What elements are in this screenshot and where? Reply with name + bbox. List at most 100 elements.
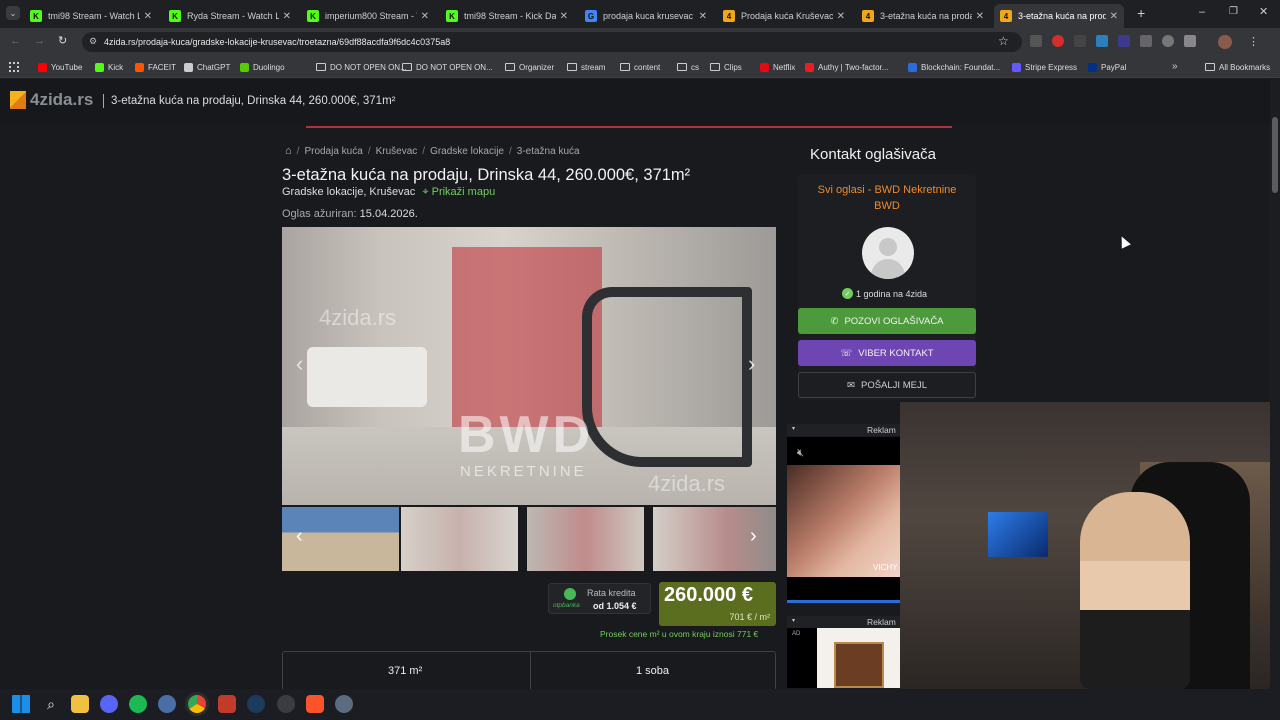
all-bookmarks[interactable]: All Bookmarks (1205, 56, 1270, 78)
home-icon[interactable]: ⌂ (285, 145, 292, 157)
extension-icon[interactable] (1140, 35, 1152, 47)
close-window-button[interactable]: ✕ (1259, 5, 1268, 18)
extension-icon[interactable] (1030, 35, 1042, 47)
loan-box[interactable]: otpbanka Rata kredita od 1.054 € (548, 583, 651, 614)
bookmark-item[interactable]: Kick (95, 56, 123, 78)
browser-tab[interactable]: Ktmi98 Stream - Watch Liv ✕ (24, 4, 158, 28)
bookmark-item[interactable]: Duolingo (240, 56, 285, 78)
call-button[interactable]: ✆ POZOVI OGLAŠIVAČA (798, 308, 976, 334)
maximize-button[interactable]: ❐ (1229, 6, 1238, 17)
browser-tab[interactable]: 4 3-etažna kuća na prodaju ✕ (856, 4, 990, 28)
steam-icon[interactable] (247, 695, 265, 713)
agency-link[interactable]: Svi oglasi - BWD Nekretnine BWD (806, 182, 968, 214)
breadcrumb-item[interactable]: 3-etažna kuća (517, 146, 580, 157)
search-icon[interactable]: ⌕ (42, 695, 60, 713)
tab-close-icon[interactable]: ✕ (699, 11, 707, 22)
profile-avatar[interactable] (1218, 35, 1232, 49)
bookmark-item[interactable]: Netflix (760, 56, 795, 78)
extension-icon[interactable] (1162, 35, 1174, 47)
reload-icon[interactable]: ↻ (58, 34, 67, 47)
tab-close-icon[interactable]: ✕ (837, 11, 845, 22)
bookmark-item[interactable]: Organizer (505, 56, 554, 78)
site-logo[interactable]: 4zida.rs (10, 90, 93, 110)
breadcrumb-item[interactable]: Gradske lokacije (430, 146, 504, 157)
bookmark-favicon-icon (95, 62, 104, 72)
tab-search-button[interactable]: ⌄ (6, 6, 20, 20)
browser-tab[interactable]: Ktmi98 Stream - Kick Dashb ✕ (440, 4, 574, 28)
tab-close-icon[interactable]: ✕ (560, 11, 568, 22)
email-button[interactable]: ✉ POŠALJI MEJL (798, 372, 976, 398)
browser-tab[interactable]: Gprodaja kuca krusevac - G ✕ (579, 4, 713, 28)
bookmark-item[interactable]: stream (567, 56, 605, 78)
bookmark-item[interactable]: content (620, 56, 660, 78)
extension-icon[interactable] (1052, 35, 1064, 47)
browser-tab[interactable]: Kimperium800 Stream - W ✕ (301, 4, 435, 28)
bookmarks-overflow-icon[interactable]: » (1172, 61, 1178, 72)
bookmark-item[interactable]: DO NOT OPEN ON... (316, 56, 407, 78)
ad-video[interactable]: 🔇︎ VICHY (787, 437, 900, 603)
bookmark-label: Blockchain: Foundat... (921, 62, 1001, 72)
chrome-icon[interactable] (188, 695, 206, 713)
settings-icon[interactable] (335, 695, 353, 713)
discord-icon[interactable] (100, 695, 118, 713)
agency-avatar[interactable] (862, 227, 914, 279)
bookmark-item[interactable]: DO NOT OPEN ON... (402, 56, 493, 78)
bookmark-item[interactable]: YouTube (38, 56, 82, 78)
breadcrumb-item[interactable]: Prodaja kuća (304, 146, 362, 157)
address-bar[interactable]: ⚙ 4zida.rs/prodaja-kuca/gradske-lokacije… (82, 32, 1022, 52)
tab-close-icon[interactable]: ✕ (976, 11, 984, 22)
bookmark-item[interactable]: Clips (710, 56, 742, 78)
bookmark-item[interactable]: PayPal (1088, 56, 1126, 78)
tab-close-icon[interactable]: ✕ (144, 11, 152, 22)
ad-collapse-icon[interactable]: ▾ (792, 425, 795, 432)
spotify-icon[interactable] (129, 695, 147, 713)
breadcrumb-item[interactable]: Kruševac (376, 146, 418, 157)
back-icon[interactable]: ← (10, 35, 21, 47)
bookmark-item[interactable]: ChatGPT (184, 56, 230, 78)
thumbnail[interactable] (527, 507, 644, 571)
bookmark-item[interactable]: FACEIT (135, 56, 176, 78)
tab-close-icon[interactable]: ✕ (421, 11, 429, 22)
thumbs-prev-icon[interactable]: ‹ (296, 525, 303, 548)
extension-icon[interactable] (1118, 35, 1130, 47)
viber-button[interactable]: ☏ VIBER KONTAKT (798, 340, 976, 366)
extension-icon[interactable] (1074, 35, 1086, 47)
browser-tab[interactable]: 4 Prodaja kuća Kruševac - 4 ✕ (717, 4, 851, 28)
apps-grid-icon[interactable] (9, 62, 19, 72)
prev-photo-icon[interactable]: ‹ (296, 351, 303, 377)
bookmark-star-icon[interactable]: ☆ (998, 34, 1009, 48)
page-scrollbar[interactable] (1270, 79, 1280, 689)
ad2-banner[interactable]: AD (787, 628, 900, 688)
bookmark-item[interactable]: cs (677, 56, 699, 78)
bookmark-item[interactable]: Stripe Express (1012, 56, 1077, 78)
show-map-link[interactable]: Prikaži mapu (432, 186, 496, 198)
browser-tab[interactable]: K Ryda Stream - Watch Liv ✕ (163, 4, 297, 28)
forward-icon[interactable]: → (34, 35, 45, 47)
new-tab-button[interactable]: + (1137, 5, 1145, 21)
thumbs-next-icon[interactable]: › (750, 525, 757, 548)
tab-close-icon[interactable]: ✕ (283, 11, 291, 22)
main-photo[interactable]: BWD NEKRETNINE 4zida.rs 4zida.rs ‹ › (282, 227, 776, 505)
tab-close-icon[interactable]: ✕ (1110, 11, 1118, 22)
ad2-collapse-icon[interactable]: ▾ (792, 617, 795, 624)
menu-icon[interactable]: ⋮ (1248, 35, 1259, 49)
minimize-button[interactable]: – (1199, 6, 1205, 18)
browser-tab[interactable]: 4 3-etažna kuća na prodaju ✕ (994, 4, 1124, 28)
bookmark-item[interactable]: Authy | Two-factor... (805, 56, 888, 78)
site-info-icon[interactable]: ⚙ (89, 36, 97, 47)
bookmark-item[interactable]: Blockchain: Foundat... (908, 56, 1000, 78)
windows-start-icon[interactable] (12, 695, 30, 713)
file-explorer-icon[interactable] (71, 695, 89, 713)
loan-label: Rata kredita (587, 588, 636, 598)
app-icon[interactable] (277, 695, 295, 713)
thumbnail[interactable] (401, 507, 518, 571)
next-photo-icon[interactable]: › (748, 351, 755, 377)
mute-icon[interactable]: 🔇︎ (797, 447, 804, 460)
shield-app-icon[interactable] (218, 695, 236, 713)
thumbnail[interactable] (653, 507, 776, 571)
scrollbar-thumb[interactable] (1272, 117, 1278, 193)
brave-icon[interactable] (306, 695, 324, 713)
app-icon[interactable] (158, 695, 176, 713)
extension-icon[interactable] (1096, 35, 1108, 47)
extensions-puzzle-icon[interactable] (1184, 35, 1196, 47)
